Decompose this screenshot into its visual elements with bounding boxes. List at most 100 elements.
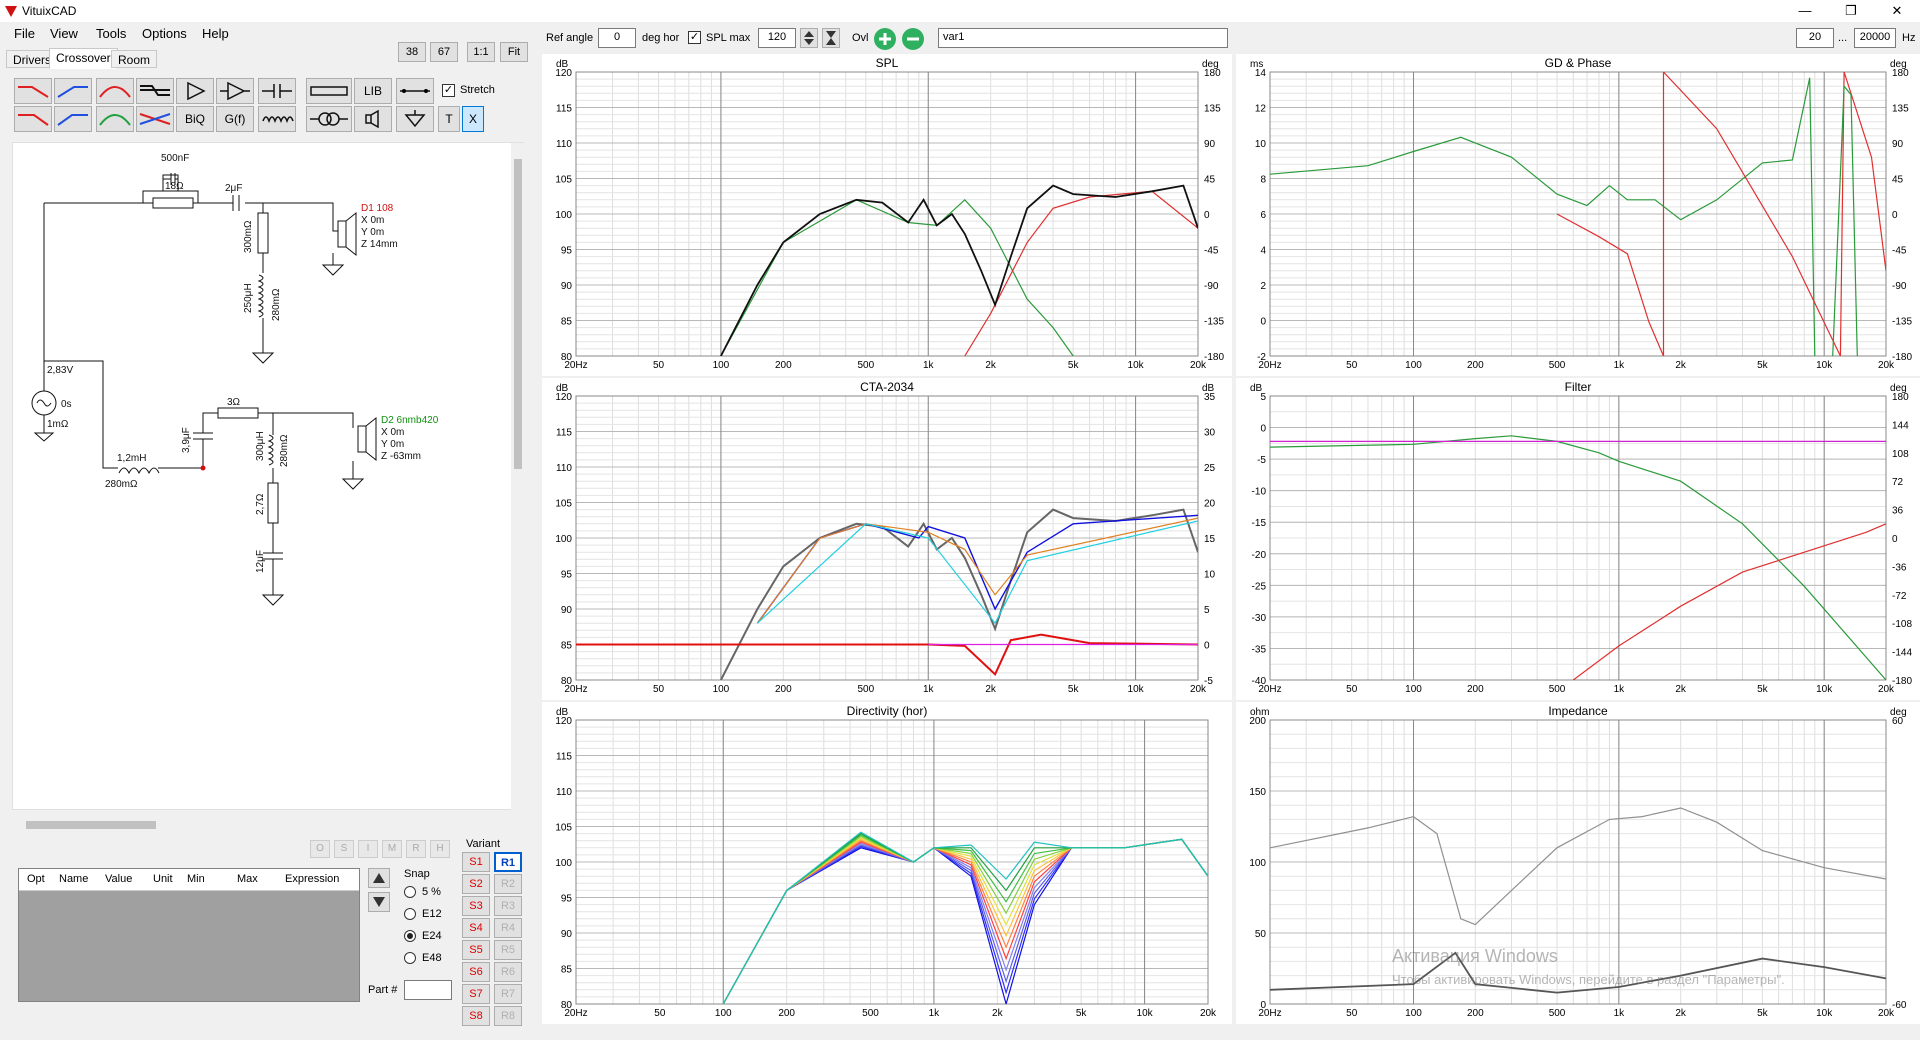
- variant-r5-button[interactable]: R5: [494, 940, 522, 960]
- bandpass-2-button[interactable]: [96, 106, 134, 132]
- zoom-38-button[interactable]: 38: [398, 42, 426, 62]
- opt-m-button[interactable]: M: [382, 840, 402, 858]
- variant-r2-button[interactable]: R2: [494, 874, 522, 894]
- minimize-icon[interactable]: —: [1782, 0, 1828, 22]
- schematic-hscroll[interactable]: [12, 818, 510, 832]
- move-down-button[interactable]: [368, 892, 390, 912]
- variant-name-input[interactable]: var1: [938, 28, 1228, 48]
- opt-o-button[interactable]: O: [310, 840, 330, 858]
- biquad-button[interactable]: BiQ: [176, 106, 214, 132]
- variant-s4-button[interactable]: S4: [462, 918, 490, 938]
- y2-tick-label: 15: [1204, 534, 1216, 545]
- amplifier-button[interactable]: [176, 78, 214, 104]
- transformer-button[interactable]: [306, 106, 352, 132]
- spl-max-checkbox[interactable]: ✓: [688, 31, 701, 44]
- snap-5-radio[interactable]: [404, 886, 416, 898]
- schematic-vscroll[interactable]: [511, 143, 525, 811]
- zoom-1to1-button[interactable]: 1:1: [467, 42, 495, 62]
- highpass-2-button[interactable]: [54, 106, 92, 132]
- menu-options[interactable]: Options: [142, 26, 187, 41]
- col-name[interactable]: Name: [59, 873, 88, 885]
- d1-name[interactable]: D1 108: [361, 203, 394, 214]
- variant-r3-button[interactable]: R3: [494, 896, 522, 916]
- tab-crossover[interactable]: Crossover: [49, 48, 118, 69]
- opt-s-button[interactable]: S: [334, 840, 354, 858]
- driver-button[interactable]: [354, 106, 392, 132]
- close-icon[interactable]: ✕: [1874, 0, 1920, 22]
- variant-s5-button[interactable]: S5: [462, 940, 490, 960]
- opt-h-button[interactable]: H: [430, 840, 450, 858]
- allpass-button[interactable]: [136, 106, 174, 132]
- opt-i-button[interactable]: I: [358, 840, 378, 858]
- menu-view[interactable]: View: [50, 26, 78, 41]
- add-variant-button[interactable]: [874, 28, 896, 50]
- snap-e24-radio[interactable]: [404, 930, 416, 942]
- gd-phase-graph[interactable]: 20Hz 50 100 200 500 1k 2k 5k 10k 20k 14 12 10 8 6 4 2 0 -2…: [1236, 54, 1920, 376]
- variant-r8-button[interactable]: R8: [494, 1006, 522, 1026]
- inductor-button[interactable]: [258, 106, 296, 132]
- x-tick-label: 20k: [1200, 1008, 1217, 1019]
- cross-button[interactable]: X: [462, 106, 484, 132]
- lib-button[interactable]: LIB: [354, 78, 392, 104]
- zoom-67-button[interactable]: 67: [430, 42, 458, 62]
- cta2034-graph[interactable]: 20Hz 50 100 200 500 1k 2k 5k 10k 20k 120 115 110 105 1…: [542, 378, 1232, 700]
- col-min[interactable]: Min: [187, 873, 205, 885]
- variant-s6-button[interactable]: S6: [462, 962, 490, 982]
- ref-angle-label: Ref angle: [546, 32, 594, 44]
- variant-r4-button[interactable]: R4: [494, 918, 522, 938]
- col-unit[interactable]: Unit: [153, 873, 173, 885]
- resistor-button[interactable]: [306, 78, 352, 104]
- variant-r7-button[interactable]: R7: [494, 984, 522, 1004]
- stretch-checkbox[interactable]: ✓: [442, 84, 455, 97]
- spl-max-input[interactable]: 120: [758, 28, 796, 48]
- parts-table[interactable]: Opt Name Value Unit Min Max Expression: [18, 868, 360, 1002]
- variant-s2-button[interactable]: S2: [462, 874, 490, 894]
- col-expression[interactable]: Expression: [285, 873, 339, 885]
- lowpass-1-button[interactable]: [14, 78, 52, 104]
- d2-name[interactable]: D2 6nmb420: [381, 415, 439, 426]
- shelf-button[interactable]: [136, 78, 174, 104]
- tab-room[interactable]: Room: [111, 50, 158, 68]
- r4-label: 2,7Ω: [255, 493, 266, 515]
- bandpass-1-button[interactable]: [96, 78, 134, 104]
- ground-button[interactable]: [396, 106, 434, 132]
- col-max[interactable]: Max: [237, 873, 258, 885]
- ref-angle-input[interactable]: 0: [598, 28, 636, 48]
- col-value[interactable]: Value: [105, 873, 132, 885]
- variant-s7-button[interactable]: S7: [462, 984, 490, 1004]
- menu-tools[interactable]: Tools: [96, 26, 126, 41]
- variant-s8-button[interactable]: S8: [462, 1006, 490, 1026]
- freq-min-input[interactable]: 20: [1796, 28, 1834, 48]
- variant-s3-button[interactable]: S3: [462, 896, 490, 916]
- col-opt[interactable]: Opt: [27, 873, 45, 885]
- snap-e12-radio[interactable]: [404, 908, 416, 920]
- move-up-button[interactable]: [368, 868, 390, 888]
- highpass-1-button[interactable]: [54, 78, 92, 104]
- directivity-graph[interactable]: 20Hz 50 100 200 500 1k 2k 5k 10k 20k 120 115 110 105 1…: [542, 702, 1232, 1024]
- text-button[interactable]: T: [438, 106, 460, 132]
- menu-file[interactable]: File: [14, 26, 35, 41]
- part-number-input[interactable]: [404, 980, 452, 1000]
- variant-s1-button[interactable]: S1: [462, 852, 490, 872]
- hscroll-thumb[interactable]: [26, 821, 156, 829]
- capacitor-button[interactable]: [258, 78, 296, 104]
- variant-r1-button[interactable]: R1: [494, 852, 522, 872]
- snap-e48-radio[interactable]: [404, 952, 416, 964]
- spl-spin-button[interactable]: [800, 28, 818, 48]
- schematic-canvas[interactable]: 500nF 18Ω 2μF 300mΩ 250μH 280mΩ D1 108 X…: [12, 142, 525, 811]
- buffer-button[interactable]: [216, 78, 254, 104]
- filter-graph[interactable]: 20Hz 50 100 200 500 1k 2k 5k 10k 20k 5 0 -5 -10 -15 -20…: [1236, 378, 1920, 700]
- freq-max-input[interactable]: 20000: [1854, 28, 1896, 48]
- spl-auto-button[interactable]: [822, 28, 840, 48]
- wire-button[interactable]: [396, 78, 434, 104]
- spl-graph[interactable]: 20Hz 50 100 200 500 1k 2k 5k 10k 20k 120 115 110 105 1…: [542, 54, 1232, 376]
- remove-variant-button[interactable]: [902, 28, 924, 50]
- variant-r6-button[interactable]: R6: [494, 962, 522, 982]
- vscroll-thumb[interactable]: [514, 159, 522, 469]
- restore-icon[interactable]: ❐: [1828, 0, 1874, 22]
- menu-help[interactable]: Help: [202, 26, 229, 41]
- lowpass-2-button[interactable]: [14, 106, 52, 132]
- zoom-fit-button[interactable]: Fit: [500, 42, 528, 62]
- opt-r-button[interactable]: R: [406, 840, 426, 858]
- gf-button[interactable]: G(f): [216, 106, 254, 132]
